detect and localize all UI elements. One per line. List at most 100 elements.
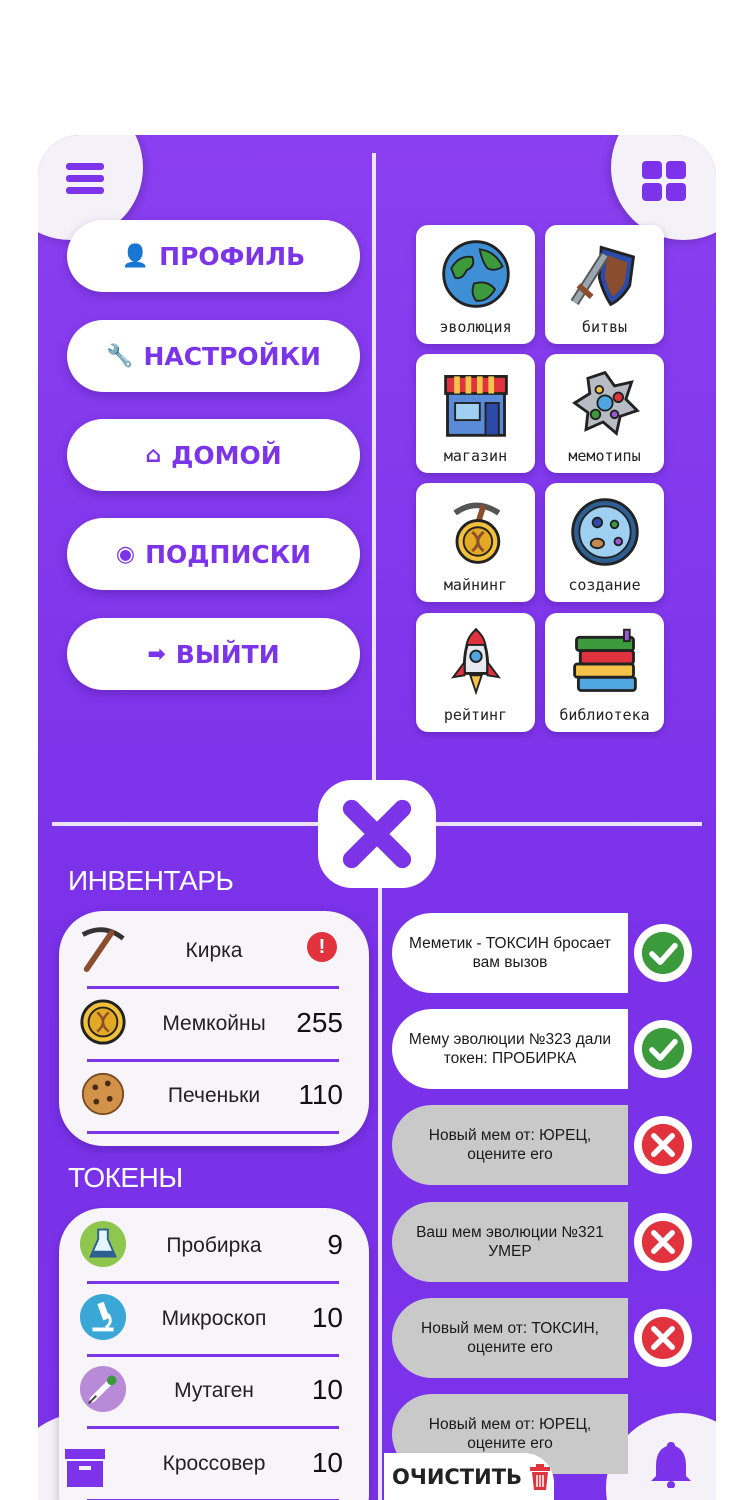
inventory-row[interactable]: Печеньки 110 [79,1062,347,1134]
sword-shield-icon [570,245,635,307]
divider [372,153,376,828]
check-icon [641,1027,685,1071]
user-icon: 👤 [121,243,150,269]
item-name: Кирка [185,939,243,962]
item-count: 110 [298,1079,343,1110]
tile-label: библиотека [559,706,650,724]
notification-item[interactable]: Ваш мем эволюции №321 УМЕР [392,1202,628,1282]
notification-item[interactable]: Новый мем от: ТОКСИН, оцените его [392,1298,628,1378]
hamburger-icon[interactable] [66,163,104,197]
close-button[interactable] [318,780,436,888]
logout-icon: ➡ [147,641,166,667]
globe-icon [441,240,510,308]
cross-icon [641,1316,685,1360]
main-panel: 👤 ПРОФИЛЬ 🔧 НАСТРОЙКИ ⌂ ДОМОЙ ◉ ПОДПИСКИ… [38,135,716,1500]
notification-item[interactable]: Меметик - ТОКСИН бросает вам вызов [392,913,628,993]
settings-button[interactable]: 🔧 НАСТРОЙКИ [67,320,360,392]
notification-item[interactable]: Новый мем от: ЮРЕЦ, оцените его [392,1105,628,1185]
token-name: Мутаген [174,1379,254,1402]
home-icon: ⌂ [145,442,162,468]
logout-label: ВЫЙТИ [175,639,280,669]
clear-label: ОЧИСТИТЬ [392,1464,523,1489]
check-icon [641,931,685,975]
wrench-icon: 🔧 [106,343,134,369]
tile-battles[interactable]: битвы [545,225,664,344]
alert-icon: ! [307,932,337,962]
tile-mining[interactable]: майнинг [416,483,535,602]
tile-evolution[interactable]: эволюция [416,225,535,344]
row-divider [87,1281,339,1284]
shop-icon [443,374,508,437]
tile-memetypes[interactable]: мемотипы [545,354,664,473]
profile-button[interactable]: 👤 ПРОФИЛЬ [67,220,360,292]
syringe-icon [79,1365,127,1413]
reject-button[interactable] [634,1213,692,1271]
rocket-icon [450,627,501,696]
token-count: 10 [311,1302,343,1333]
petri-dish-icon [570,498,639,566]
cross-icon [641,1220,685,1264]
profile-label: ПРОФИЛЬ [159,241,306,271]
tile-label: создание [568,576,641,594]
close-icon [342,799,412,869]
tile-library[interactable]: библиотека [545,613,664,732]
subscriptions-label: ПОДПИСКИ [145,539,312,569]
notification-item[interactable]: Мему эволюции №323 дали токен: ПРОБИРКА [392,1009,628,1089]
tile-rating[interactable]: рейтинг [416,613,535,732]
row-divider [87,1131,339,1134]
cell-icon [571,370,640,437]
clear-button[interactable]: ОЧИСТИТЬ [384,1453,554,1500]
home-button[interactable]: ⌂ ДОМОЙ [67,419,360,491]
tile-label: эволюция [439,318,512,336]
trash-icon [530,1463,551,1490]
item-count: 255 [296,1007,343,1038]
reject-button[interactable] [634,1309,692,1367]
flask-icon [79,1220,127,1268]
pickaxe-coin-icon [452,502,500,564]
eye-icon: ◉ [115,541,136,567]
archive-icon[interactable] [64,1447,106,1489]
tile-creation[interactable]: создание [545,483,664,602]
settings-label: НАСТРОЙКИ [143,341,321,371]
item-name: Мемкойны [162,1012,266,1035]
tile-label: магазин [443,447,508,465]
accept-button[interactable] [634,924,692,982]
tile-label: рейтинг [443,706,508,724]
accept-button[interactable] [634,1020,692,1078]
token-count: 10 [311,1374,343,1405]
logout-button[interactable]: ➡ ВЫЙТИ [67,618,360,690]
token-count: 9 [327,1229,343,1260]
tile-shop[interactable]: магазин [416,354,535,473]
books-icon [572,628,637,692]
coin-icon [80,999,126,1045]
token-row[interactable]: Пробирка 9 [79,1212,347,1284]
inventory-row[interactable]: Кирка ! [79,917,347,989]
token-name: Кроссовер [162,1452,266,1475]
cookie-icon [81,1072,125,1116]
token-name: Пробирка [166,1234,262,1257]
token-row[interactable]: Кроссовер 10 [79,1430,347,1500]
subscriptions-button[interactable]: ◉ ПОДПИСКИ [67,518,360,590]
token-row[interactable]: Мутаген 10 [79,1357,347,1429]
item-name: Печеньки [167,1084,261,1107]
divider [378,825,382,1500]
tokens-title: ТОКЕНЫ [68,1162,183,1193]
tile-label: майнинг [443,576,508,594]
tile-label: мемотипы [568,447,641,465]
token-name: Микроскоп [161,1307,267,1330]
bell-icon[interactable] [650,1440,692,1488]
row-divider [87,986,339,989]
token-count: 10 [311,1447,343,1478]
reject-button[interactable] [634,1116,692,1174]
inventory-card: Кирка ! Мемкойны 255 Печеньки 110 [59,911,369,1146]
inventory-row[interactable]: Мемкойны 255 [79,990,347,1062]
home-label: ДОМОЙ [171,440,282,470]
grid-icon[interactable] [642,161,686,201]
inventory-title: ИНВЕНТАРЬ [68,865,234,896]
tile-label: битвы [581,318,628,336]
microscope-icon [79,1293,127,1341]
token-row[interactable]: Микроскоп 10 [79,1285,347,1357]
row-divider [87,1426,339,1429]
pickaxe-icon [81,927,125,973]
cross-icon [641,1123,685,1167]
